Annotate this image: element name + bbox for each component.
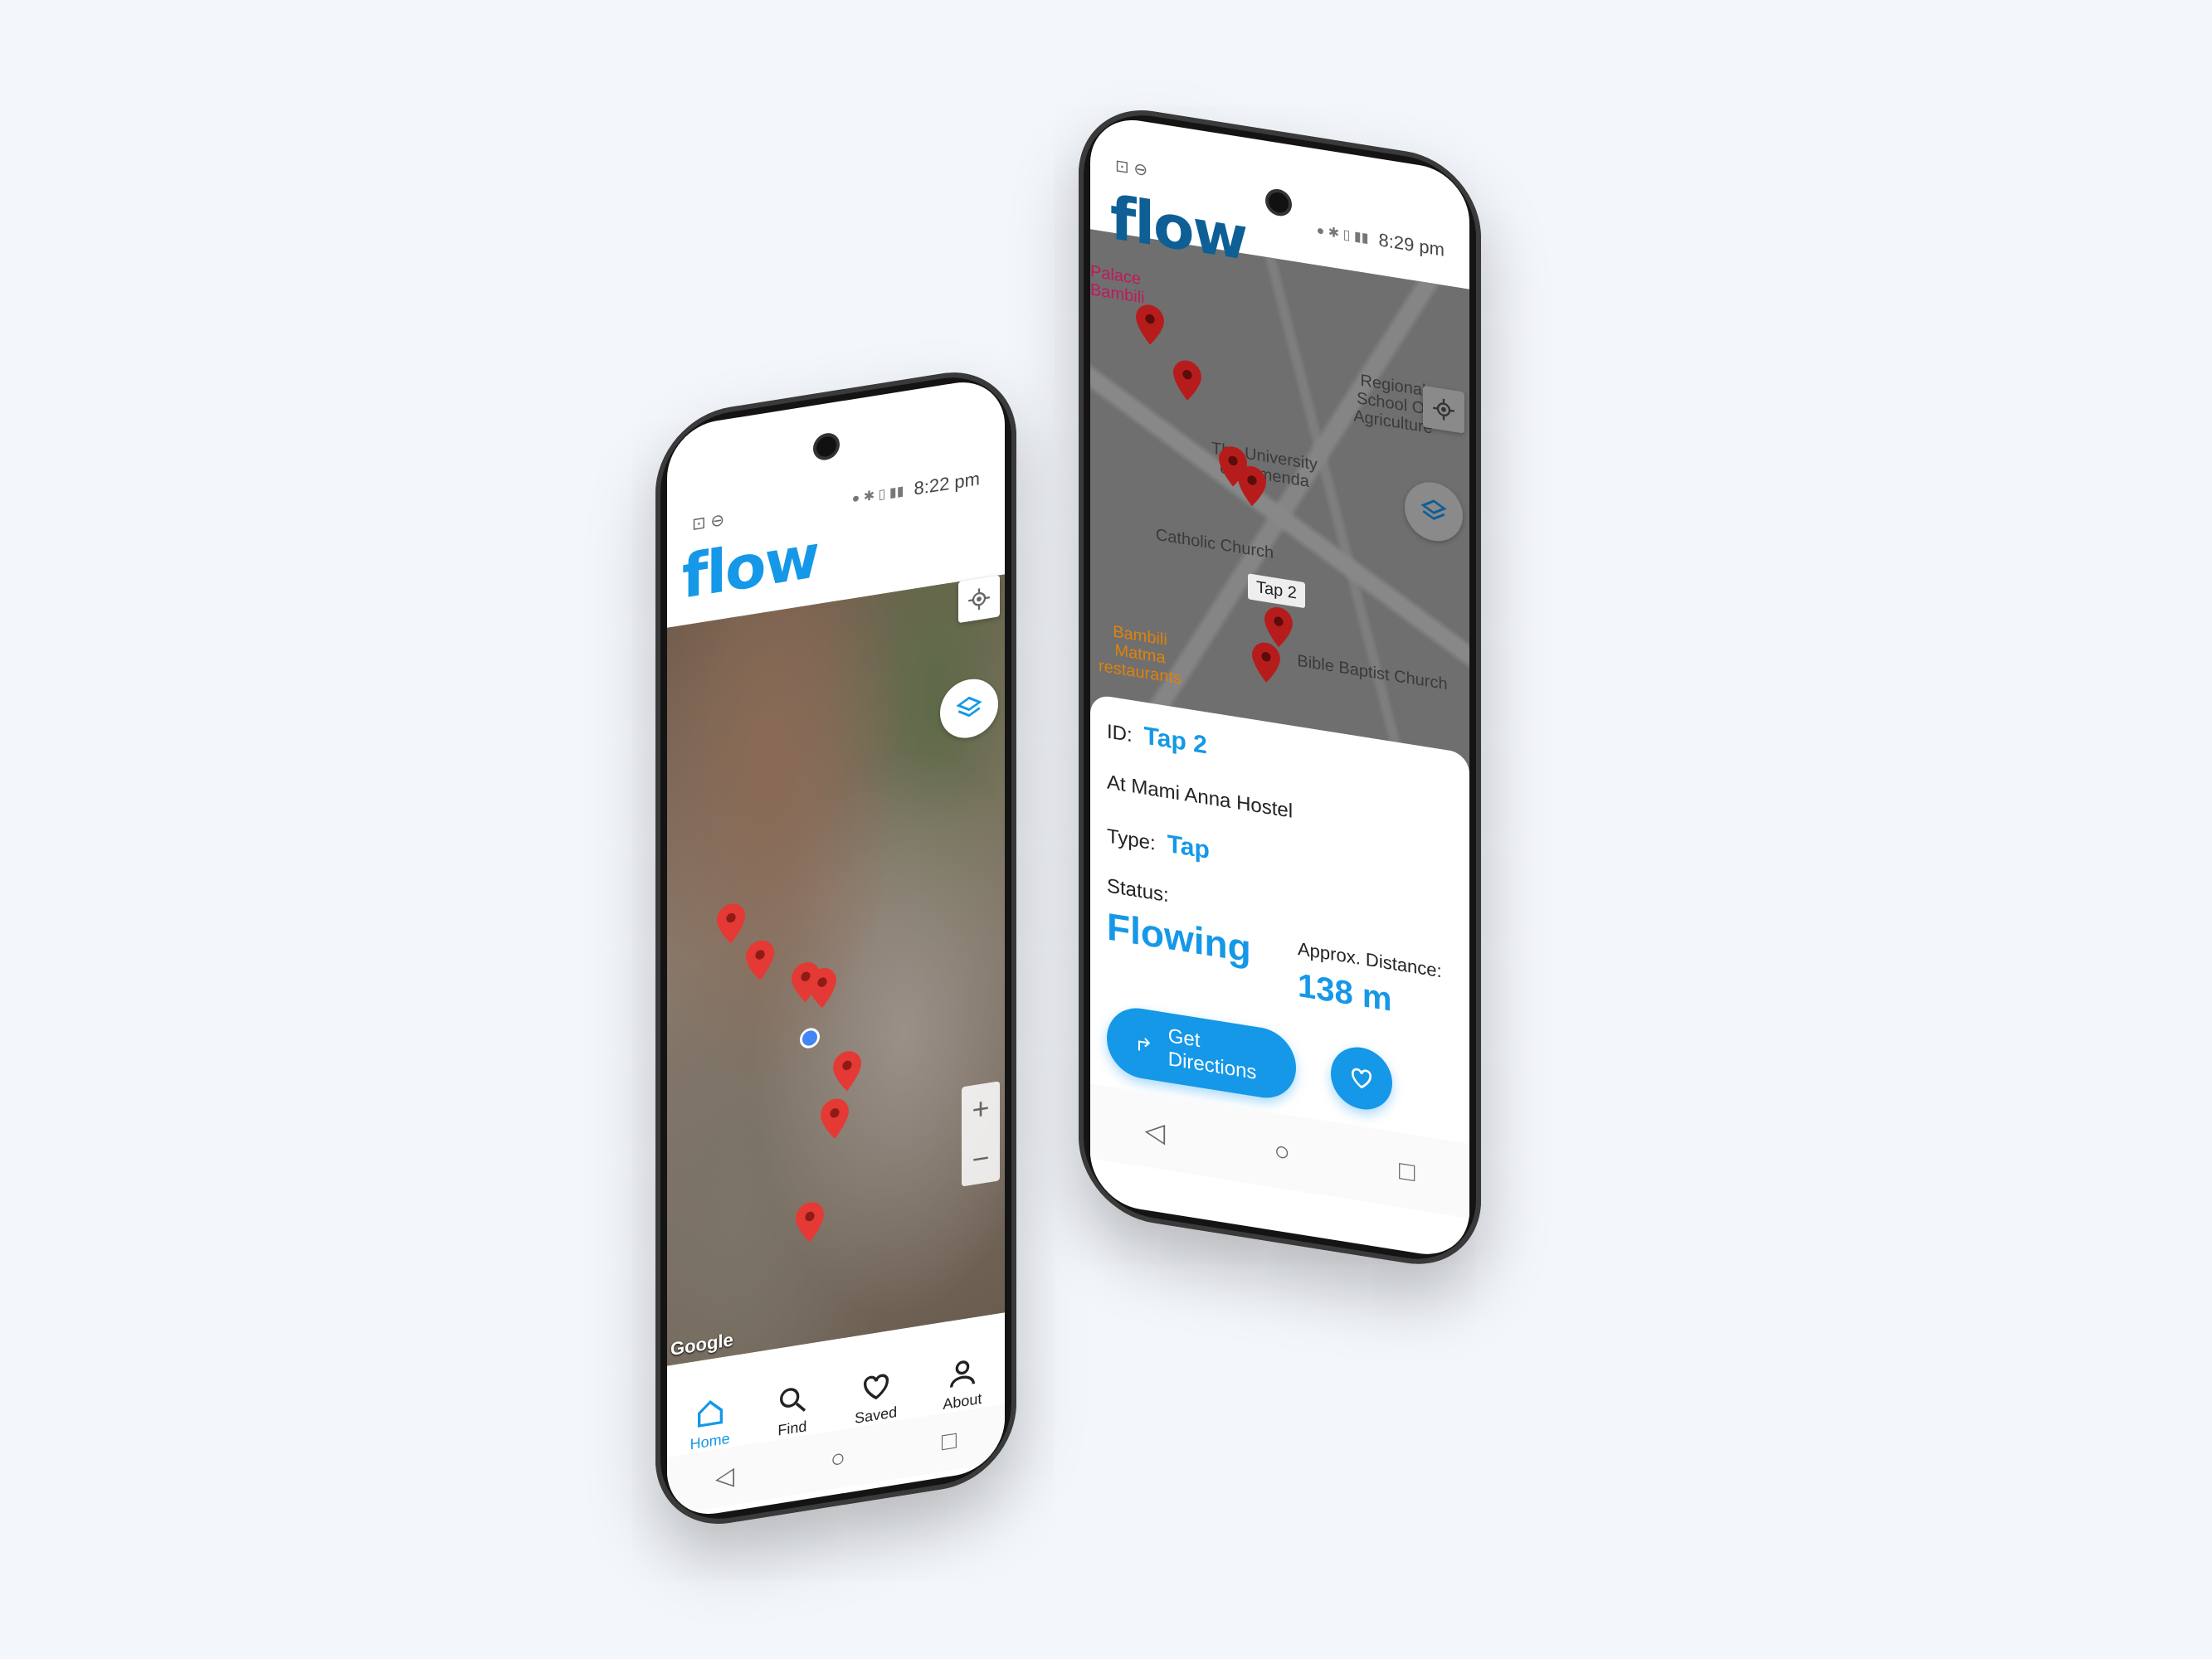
home-icon (697, 1400, 723, 1428)
user-icon (949, 1360, 975, 1388)
map-pin[interactable] (1136, 303, 1164, 347)
heart-icon (863, 1374, 889, 1400)
location-text: At Mami Anna Hostel (1107, 771, 1294, 823)
turn-right-icon (1138, 1038, 1151, 1051)
status-left-icons: ⊡ ⊖ (692, 510, 725, 534)
phone-left: ⊡ ⊖ ● ✱ ▯ ▮▮ 8:22 pm flow + − Google Hom… (655, 362, 1016, 1535)
recents-icon[interactable]: □ (942, 1426, 957, 1457)
map-pin[interactable] (808, 966, 836, 1010)
map-pin[interactable] (746, 938, 774, 982)
phone-left-screen: ⊡ ⊖ ● ✱ ▯ ▮▮ 8:22 pm flow + − Google Hom… (667, 375, 1005, 1521)
current-location-dot (800, 1026, 820, 1050)
water-point-detail-sheet: ID: Tap 2 At Mami Anna Hostel Type: Tap … (1090, 693, 1469, 1144)
zoom-controls: + − (962, 1081, 1000, 1187)
layers-icon (1420, 499, 1447, 520)
tab-find[interactable]: Find (776, 1381, 809, 1440)
tab-about[interactable]: About (943, 1354, 982, 1413)
phone-right: ⊡ ⊖ ● ✱ ▯ ▮▮ 8:29 pm Palace Bambili Regi… (1079, 100, 1481, 1275)
status-value: Flowing (1107, 904, 1251, 971)
crosshair-icon (1433, 398, 1454, 421)
back-icon[interactable]: ◁ (1145, 1114, 1166, 1149)
front-camera (816, 435, 836, 459)
tab-home[interactable]: Home (690, 1394, 730, 1454)
map-pin[interactable] (1252, 640, 1280, 684)
home-system-icon[interactable]: ○ (1274, 1135, 1289, 1168)
home-system-icon[interactable]: ○ (831, 1444, 845, 1475)
map-pin[interactable] (796, 1200, 824, 1244)
id-label: ID: (1107, 720, 1133, 747)
my-location-button[interactable] (958, 575, 1000, 624)
status-time: 8:22 pm (914, 468, 981, 499)
get-directions-button[interactable]: Get Directions (1107, 1003, 1296, 1103)
map-pin[interactable] (833, 1049, 861, 1093)
back-icon[interactable]: ◁ (715, 1461, 734, 1493)
map-pin[interactable] (1173, 358, 1201, 402)
zoom-out-button[interactable]: − (972, 1140, 989, 1177)
my-location-button[interactable] (1423, 385, 1464, 434)
get-directions-label: Get Directions (1167, 1024, 1257, 1084)
map-attribution: Google (670, 1329, 733, 1360)
tab-saved[interactable]: Saved (855, 1367, 897, 1428)
phone-right-screen: ⊡ ⊖ ● ✱ ▯ ▮▮ 8:29 pm Palace Bambili Regi… (1090, 113, 1469, 1262)
recents-icon[interactable]: □ (1399, 1155, 1415, 1188)
status-label: Status: (1107, 874, 1169, 907)
zoom-in-button[interactable]: + (972, 1090, 989, 1127)
type-label: Type: (1107, 825, 1156, 855)
id-value: Tap 2 (1143, 722, 1207, 760)
search-icon (779, 1388, 806, 1412)
type-value: Tap (1167, 830, 1210, 864)
map-pin[interactable] (821, 1097, 849, 1141)
map-pin[interactable] (1238, 464, 1266, 508)
crosshair-icon (968, 588, 990, 611)
distance-value: 138 m (1298, 966, 1392, 1019)
heart-icon (1351, 1068, 1372, 1089)
satellite-map[interactable]: + − Google (667, 574, 1005, 1366)
save-favorite-button[interactable] (1331, 1043, 1392, 1114)
status-signal-icons: ● ✱ ▯ ▮▮ (851, 484, 904, 507)
layers-button[interactable] (940, 674, 998, 742)
map-pin[interactable] (717, 902, 745, 946)
layers-icon (956, 696, 982, 718)
